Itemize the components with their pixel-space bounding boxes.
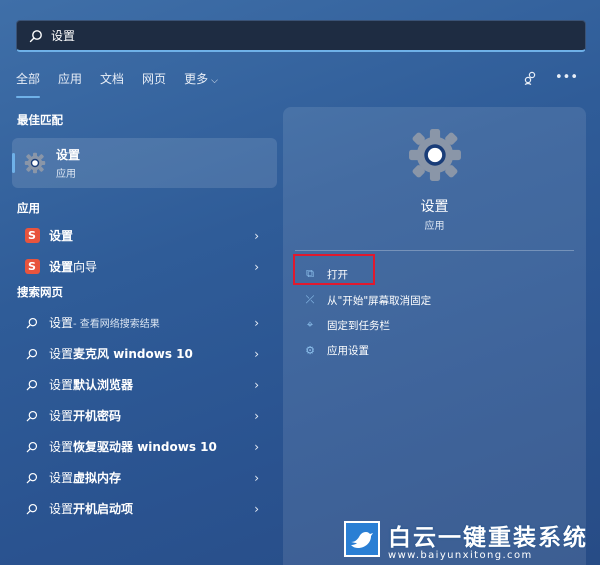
- web-result-prefix: 设置: [49, 440, 74, 454]
- web-result-bold: 恢复驱动器 windows 10: [73, 440, 217, 454]
- best-match-type: 应用: [56, 169, 76, 180]
- tab-more[interactable]: 更多 ⌵: [184, 70, 218, 92]
- action-label: 应用设置: [327, 344, 369, 357]
- app-result-label: 设置: [49, 229, 74, 243]
- chevron-right-icon[interactable]: ›: [254, 347, 259, 361]
- divider: [295, 250, 574, 251]
- web-result-suffix: - 查看网络搜索结果: [73, 319, 160, 330]
- web-result-bold: 虚拟内存: [73, 471, 122, 485]
- watermark: 白云一键重装系统 www.baiyunxitong.com: [344, 517, 592, 561]
- app-result-label: 设置: [49, 260, 74, 274]
- web-result[interactable]: 设置 恢复驱动器 windows 10 ›: [12, 431, 277, 462]
- settings-gear-icon: [409, 129, 461, 181]
- chevron-right-icon[interactable]: ›: [254, 316, 259, 330]
- web-result-prefix: 设置: [49, 502, 74, 516]
- web-result[interactable]: 设置 开机启动项 ›: [12, 493, 277, 524]
- apps-heading: 应用: [17, 201, 40, 215]
- search-icon: [24, 377, 40, 393]
- action-label: 固定到任务栏: [327, 319, 390, 332]
- gear-icon: ⚙: [305, 343, 315, 357]
- tab-apps[interactable]: 应用: [58, 70, 82, 92]
- tab-web[interactable]: 网页: [142, 70, 166, 92]
- search-icon: [24, 408, 40, 424]
- web-result-bold: 开机密码: [73, 409, 122, 423]
- open-highlight-box: [293, 254, 375, 285]
- search-icon: [29, 29, 42, 42]
- web-result[interactable]: 设置 麦克风 windows 10 ›: [12, 338, 277, 369]
- search-icon: [24, 470, 40, 486]
- action-label: 从"开始"屏幕取消固定: [327, 294, 432, 307]
- watermark-title: 白云一键重装系统: [388, 524, 588, 551]
- app-result-settings[interactable]: S 设置 ›: [12, 220, 277, 251]
- chevron-right-icon[interactable]: ›: [254, 229, 259, 243]
- action-pin-taskbar[interactable]: ⌖ 固定到任务栏: [303, 315, 390, 335]
- pin-icon: ⌖: [306, 318, 314, 331]
- bird-logo-icon: [344, 521, 380, 557]
- web-result-bold: 麦克风 windows 10: [73, 347, 193, 361]
- detail-title: 设置: [420, 199, 449, 215]
- web-result[interactable]: 设置 - 查看网络搜索结果 ›: [12, 307, 277, 338]
- filter-tabs: 全部 应用 文档 网页 更多 ⌵: [16, 70, 236, 98]
- search-icon: [24, 315, 40, 331]
- more-options-icon[interactable]: •••: [555, 70, 578, 85]
- app-result-label-rest: 向导: [73, 260, 98, 274]
- tab-more-label: 更多: [184, 72, 209, 86]
- web-result-prefix: 设置: [49, 316, 74, 330]
- detail-panel: 设置 应用 ⧉ 打开 ⤫ 从"开始"屏幕取消固定 ⌖ 固定到任务栏 ⚙ 应用设置: [283, 107, 586, 565]
- top-icons: •••: [523, 70, 578, 85]
- search-icon: [24, 501, 40, 517]
- search-value: 设置: [51, 29, 76, 43]
- web-result-prefix: 设置: [49, 409, 74, 423]
- best-match-heading: 最佳匹配: [17, 113, 63, 127]
- sogou-icon: S: [24, 228, 40, 244]
- chevron-right-icon[interactable]: ›: [254, 440, 259, 454]
- chevron-right-icon[interactable]: ›: [254, 378, 259, 392]
- web-search-heading: 搜索网页: [17, 285, 63, 299]
- best-match-item[interactable]: 设置 应用: [12, 138, 277, 188]
- settings-gear-icon: [24, 152, 46, 174]
- chevron-right-icon[interactable]: ›: [254, 502, 259, 516]
- account-switch-icon[interactable]: [523, 71, 537, 85]
- chevron-right-icon[interactable]: ›: [254, 471, 259, 485]
- web-result[interactable]: 设置 开机密码 ›: [12, 400, 277, 431]
- chevron-right-icon[interactable]: ›: [254, 260, 259, 274]
- web-result[interactable]: 设置 默认浏览器 ›: [12, 369, 277, 400]
- app-result-settings-wizard[interactable]: S 设置 向导 ›: [12, 251, 277, 282]
- search-icon: [24, 346, 40, 362]
- web-result-prefix: 设置: [49, 347, 74, 361]
- chevron-right-icon[interactable]: ›: [254, 409, 259, 423]
- results-list: 最佳匹配 设置 应用 应用 S 设置 › S 设置 向导 › 搜索网页 设置 -…: [12, 110, 277, 524]
- sogou-icon: S: [24, 259, 40, 275]
- web-result-prefix: 设置: [49, 378, 74, 392]
- web-result-bold: 默认浏览器: [73, 378, 134, 392]
- web-result-prefix: 设置: [49, 471, 74, 485]
- action-unpin-start[interactable]: ⤫ 从"开始"屏幕取消固定: [303, 290, 432, 310]
- search-input[interactable]: 设置: [16, 20, 586, 52]
- action-app-settings[interactable]: ⚙ 应用设置: [303, 340, 369, 360]
- tab-documents[interactable]: 文档: [100, 70, 124, 92]
- tab-all[interactable]: 全部: [16, 70, 41, 98]
- detail-subtitle: 应用: [424, 221, 445, 232]
- best-match-name: 设置: [56, 148, 81, 162]
- chevron-down-icon: ⌵: [211, 76, 218, 86]
- web-result-bold: 开机启动项: [73, 502, 134, 516]
- web-result[interactable]: 设置 虚拟内存 ›: [12, 462, 277, 493]
- unpin-icon: ⤫: [305, 293, 315, 306]
- search-icon: [24, 439, 40, 455]
